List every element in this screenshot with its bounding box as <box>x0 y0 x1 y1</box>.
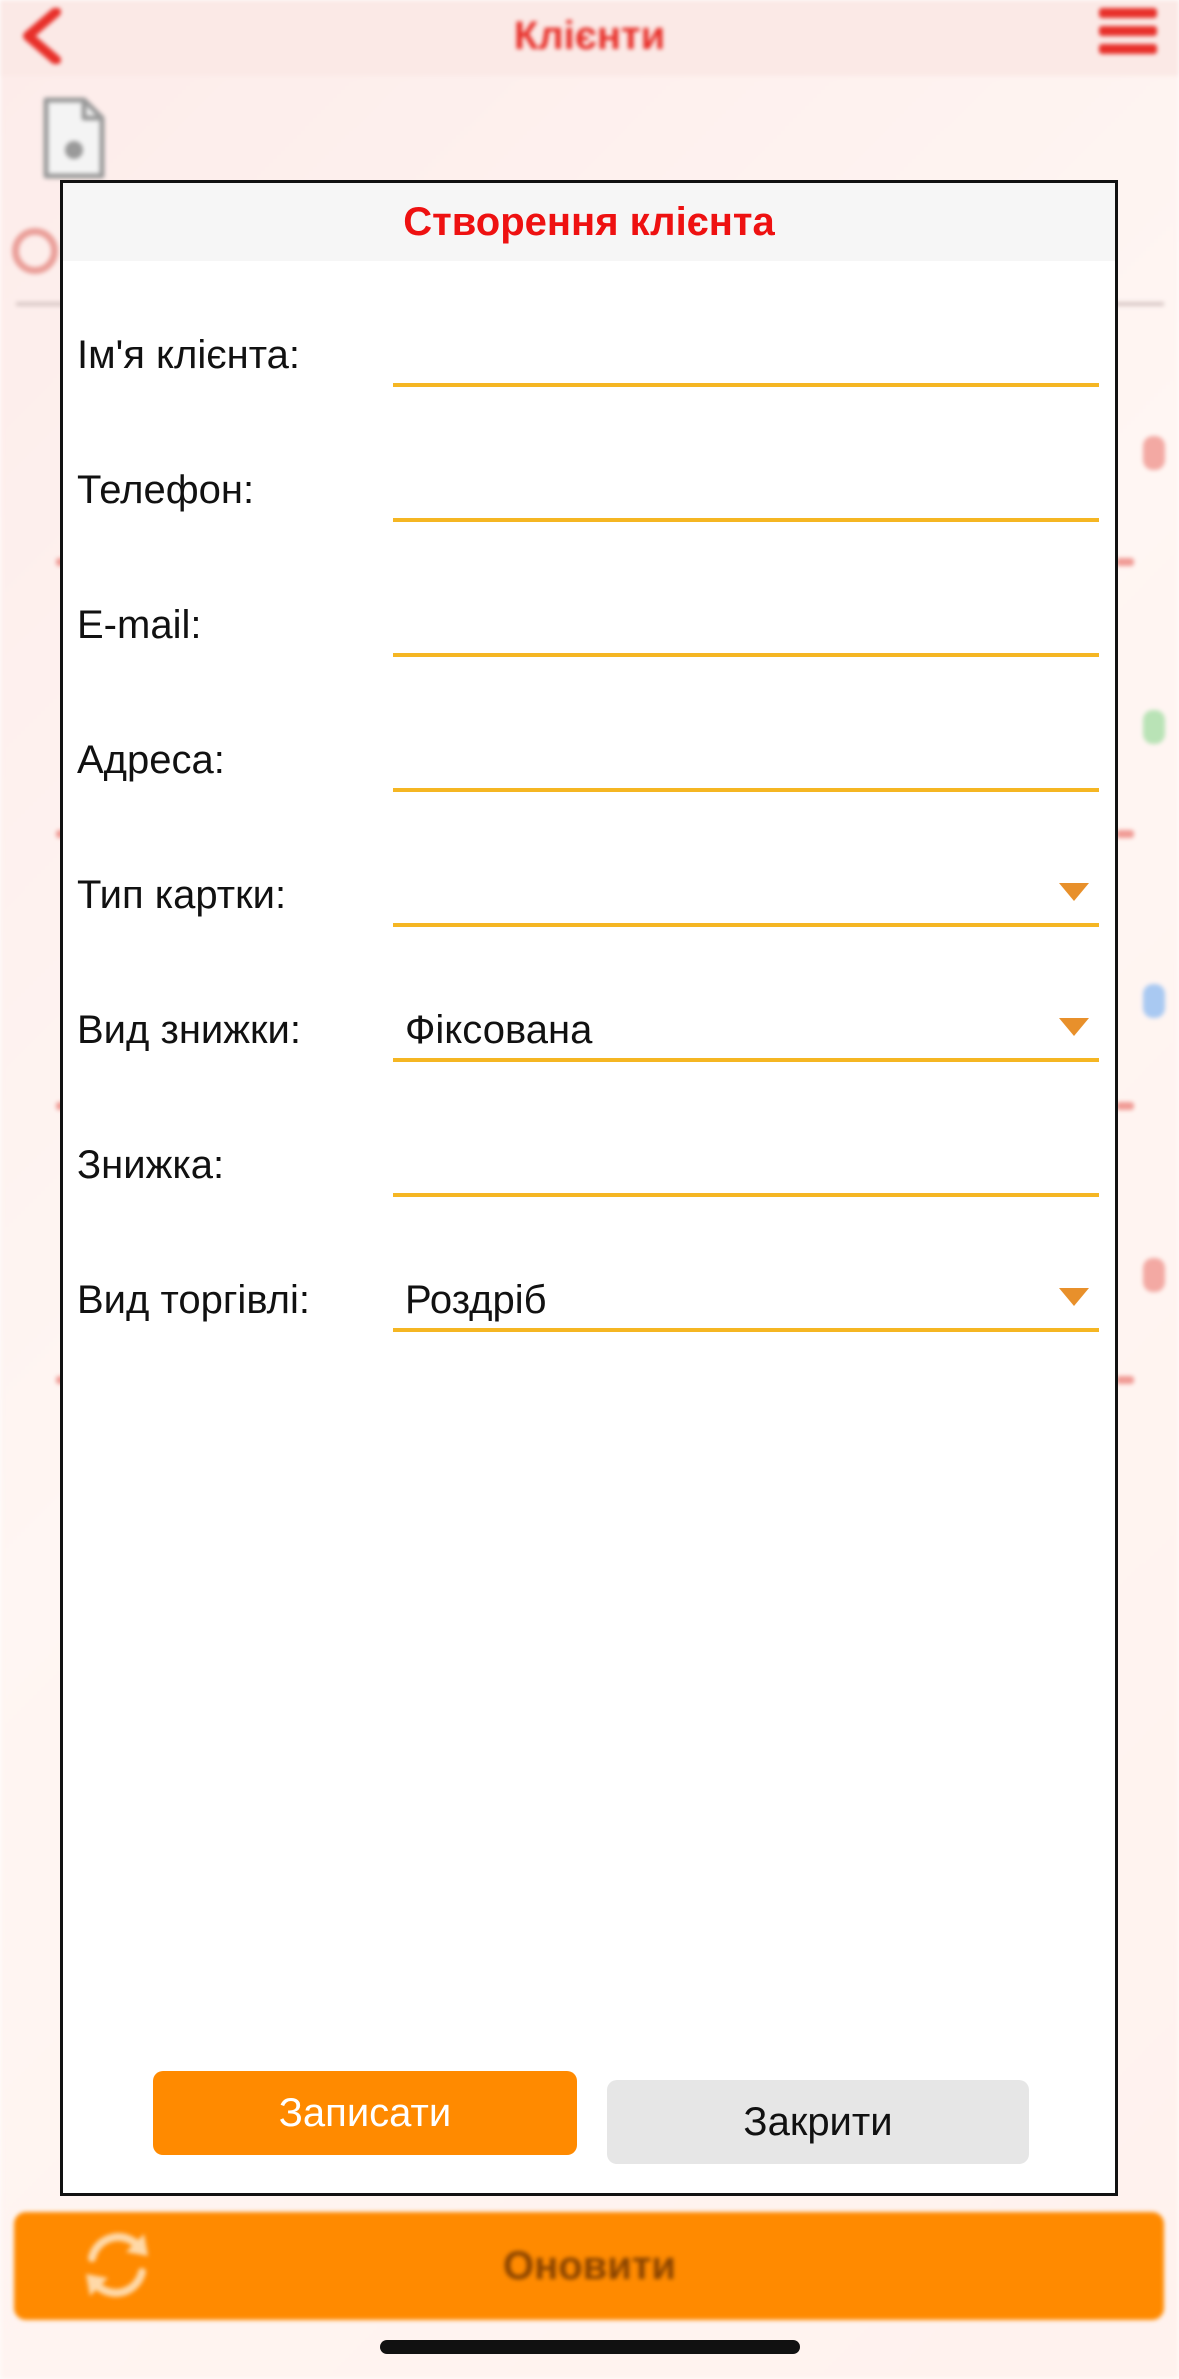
card-type-select[interactable] <box>393 859 1099 927</box>
create-client-dialog: Створення клієнта Ім'я клієнта: Телефон:… <box>60 180 1118 2196</box>
trade-type-label: Вид торгівлі: <box>77 1278 310 1322</box>
address-input[interactable] <box>393 724 1099 792</box>
phone-label: Телефон: <box>77 468 255 512</box>
app-title: Клієнти <box>513 14 666 58</box>
trade-type-select[interactable]: Роздріб <box>393 1264 1099 1332</box>
home-indicator <box>380 2340 800 2354</box>
new-document-icon[interactable] <box>40 96 106 180</box>
discount-kind-label: Вид знижки: <box>77 1008 301 1052</box>
phone-input[interactable] <box>393 454 1099 522</box>
form-row-card-type: Тип картки: <box>63 825 1115 959</box>
refresh-button-label: Оновити <box>502 2244 677 2288</box>
discount-kind-select[interactable]: Фіксована <box>393 994 1099 1062</box>
hamburger-menu-icon[interactable] <box>1099 8 1157 66</box>
form-row-discount: Знижка: <box>63 1095 1115 1229</box>
form-row-email: E-mail: <box>63 555 1115 689</box>
search-icon[interactable] <box>12 228 58 274</box>
form-row-discount-kind: Вид знижки: Фіксована <box>63 960 1115 1094</box>
client-name-input[interactable] <box>393 319 1099 387</box>
list-divider <box>1116 1102 1134 1110</box>
discount-kind-value: Фіксована <box>405 1008 593 1052</box>
dropdown-arrow-icon <box>1059 1288 1089 1306</box>
client-name-label: Ім'я клієнта: <box>77 333 300 377</box>
status-indicator <box>1143 1258 1165 1292</box>
trade-type-value: Роздріб <box>405 1278 547 1322</box>
status-indicator <box>1143 710 1165 744</box>
save-button[interactable]: Записати <box>153 2071 577 2155</box>
list-divider <box>1116 1376 1134 1384</box>
form-row-trade-type: Вид торгівлі: Роздріб <box>63 1230 1115 1364</box>
dialog-title: Створення клієнта <box>63 183 1115 261</box>
list-divider <box>1116 558 1134 566</box>
form-row-address: Адреса: <box>63 690 1115 824</box>
form-row-phone: Телефон: <box>63 420 1115 554</box>
discount-input[interactable] <box>393 1129 1099 1197</box>
status-indicator <box>1143 436 1165 470</box>
email-input[interactable] <box>393 589 1099 657</box>
card-type-label: Тип картки: <box>77 873 287 917</box>
address-label: Адреса: <box>77 738 225 782</box>
email-label: E-mail: <box>77 603 202 647</box>
dropdown-arrow-icon <box>1059 1018 1089 1036</box>
form-row-client-name: Ім'я клієнта: <box>63 285 1115 419</box>
discount-label: Знижка: <box>77 1143 225 1187</box>
close-button[interactable]: Закрити <box>607 2080 1029 2164</box>
list-divider <box>1116 830 1134 838</box>
status-indicator <box>1143 984 1165 1018</box>
dropdown-arrow-icon <box>1059 883 1089 901</box>
